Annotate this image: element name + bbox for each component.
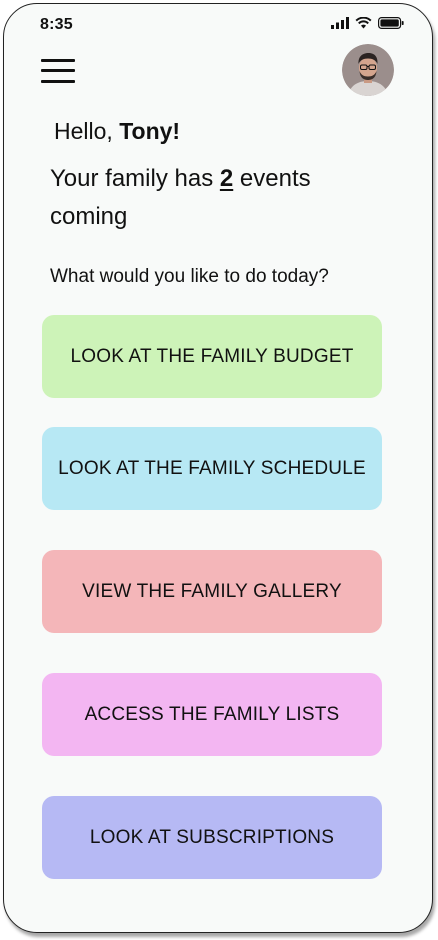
family-schedule-button[interactable]: LOOK AT THE FAMILY SCHEDULE <box>42 427 382 510</box>
status-icons <box>331 17 404 29</box>
greeting-prefix: Hello, <box>54 118 120 144</box>
events-count: 2 <box>219 165 234 192</box>
status-bar: 8:35 <box>4 4 432 46</box>
events-prefix: Your family has <box>50 165 220 192</box>
family-lists-button[interactable]: ACCESS THE FAMILY LISTS <box>42 673 382 756</box>
family-gallery-button[interactable]: VIEW THE FAMILY GALLERY <box>42 550 382 633</box>
hamburger-menu-icon[interactable] <box>41 57 75 85</box>
events-summary: Your family has 2 events coming <box>50 160 390 236</box>
user-avatar[interactable] <box>342 44 394 96</box>
prompt-question: What would you like to do today? <box>50 266 329 287</box>
avatar-portrait-icon <box>342 44 394 96</box>
family-schedule-label: LOOK AT THE FAMILY SCHEDULE <box>58 457 366 479</box>
family-gallery-label: VIEW THE FAMILY GALLERY <box>82 580 342 602</box>
status-time: 8:35 <box>40 16 73 33</box>
greeting: Hello, Tony! <box>54 118 180 145</box>
family-lists-label: ACCESS THE FAMILY LISTS <box>84 703 340 725</box>
phone-frame: 8:35 Hello, Tony! Your family has 2 even… <box>3 3 433 933</box>
family-budget-label: LOOK AT THE FAMILY BUDGET <box>70 345 354 367</box>
subscriptions-label: LOOK AT SUBSCRIPTIONS <box>89 826 335 848</box>
battery-icon <box>378 17 404 29</box>
cellular-signal-icon <box>331 17 349 29</box>
subscriptions-button[interactable]: LOOK AT SUBSCRIPTIONS <box>42 796 382 879</box>
wifi-icon <box>355 17 372 29</box>
family-budget-button[interactable]: LOOK AT THE FAMILY BUDGET <box>42 315 382 398</box>
greeting-name: Tony! <box>119 118 181 144</box>
